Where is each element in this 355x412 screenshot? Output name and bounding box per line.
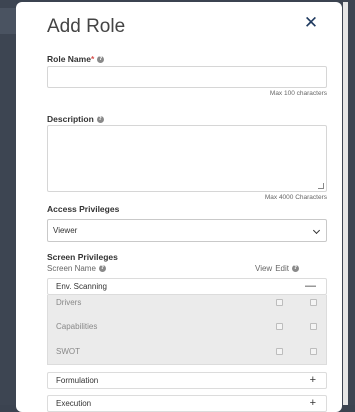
backdrop-block (0, 8, 16, 34)
screen-row: SWOT (48, 344, 326, 360)
screen-name-column-header: Screen Name ? (47, 264, 106, 273)
screen-row: Capabilities (48, 319, 326, 335)
group-formulation[interactable]: Formulation + (47, 372, 327, 389)
edit-header-text: Edit (275, 264, 289, 273)
help-icon[interactable]: ? (292, 265, 299, 272)
collapse-icon[interactable]: — (305, 279, 316, 294)
screen-name: SWOT (56, 347, 80, 356)
required-marker: * (90, 54, 95, 64)
group-env-scanning-body: Drivers Capabilities SWOT (47, 295, 327, 365)
group-name: Formulation (56, 376, 99, 385)
group-execution[interactable]: Execution + (47, 395, 327, 412)
role-name-input[interactable] (47, 66, 327, 88)
expand-icon[interactable]: + (310, 373, 316, 388)
role-name-label-text: Role Name (47, 54, 91, 64)
add-role-dialog: Add Role ✕ Role Name* ? Max 100 characte… (16, 2, 342, 412)
help-icon[interactable]: ? (96, 115, 104, 123)
screen-privileges-label: Screen Privileges (47, 252, 118, 262)
access-privileges-label: Access Privileges (47, 204, 120, 214)
view-header-text: View (255, 264, 273, 273)
description-hint: Max 4000 Characters (264, 194, 327, 201)
view-edit-column-header: View Edit ? (255, 264, 299, 273)
screen-name-header-text: Screen Name (47, 264, 96, 273)
group-name: Env. Scanning (56, 282, 107, 291)
description-label: Description ? (47, 114, 104, 124)
resize-handle[interactable] (318, 183, 324, 189)
screen-row: Drivers (48, 295, 326, 311)
edit-checkbox[interactable] (310, 348, 317, 355)
close-icon[interactable]: ✕ (301, 13, 321, 33)
modal-scrollbar[interactable] (343, 2, 348, 405)
description-textarea[interactable] (47, 125, 327, 192)
group-env-scanning[interactable]: Env. Scanning — (47, 278, 327, 295)
access-privileges-value: Viewer (53, 226, 78, 235)
expand-icon[interactable]: + (310, 396, 316, 411)
dialog-title: Add Role (47, 16, 126, 37)
role-name-label: Role Name* ? (47, 54, 105, 64)
backdrop-left (0, 0, 16, 405)
role-name-hint: Max 100 characters (269, 90, 327, 97)
access-privileges-select[interactable]: Viewer (47, 219, 327, 242)
group-name: Execution (56, 399, 92, 408)
edit-checkbox[interactable] (310, 299, 317, 306)
view-checkbox[interactable] (276, 348, 283, 355)
view-checkbox[interactable] (276, 323, 283, 330)
view-checkbox[interactable] (276, 299, 283, 306)
edit-checkbox[interactable] (310, 323, 317, 330)
description-label-text: Description (47, 114, 94, 124)
help-icon[interactable]: ? (98, 265, 106, 272)
chevron-down-icon (312, 226, 321, 235)
screen-name: Capabilities (56, 322, 98, 331)
screen-name: Drivers (56, 298, 82, 307)
help-icon[interactable]: ? (97, 55, 105, 63)
